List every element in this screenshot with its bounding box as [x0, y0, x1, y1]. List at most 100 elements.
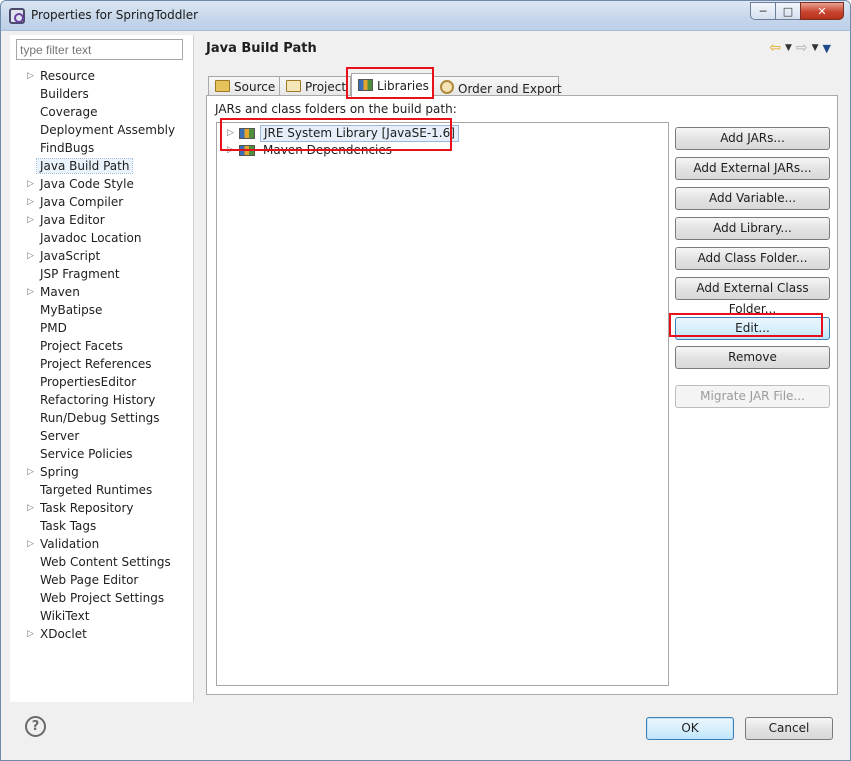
sidebar-item-mybatipse[interactable]: MyBatipse	[10, 301, 194, 319]
sidebar-item-label: Server	[40, 429, 80, 443]
sidebar-item-xdoclet[interactable]: ▷ XDoclet	[10, 625, 194, 643]
help-icon[interactable]: ?	[25, 716, 46, 737]
sidebar-item-label: JSP Fragment	[40, 267, 120, 281]
tab-label: Project	[305, 80, 347, 94]
library-list[interactable]: ▷ JRE System Library [JavaSE-1.6] ▷ Mave…	[216, 122, 669, 686]
sidebar-item-targeted-runtimes[interactable]: Targeted Runtimes	[10, 481, 194, 499]
cancel-button[interactable]: Cancel	[745, 717, 833, 740]
sidebar-item-java-compiler[interactable]: ▷ Java Compiler	[10, 193, 194, 211]
edit-button[interactable]: Edit...	[675, 317, 830, 340]
add-library-button[interactable]: Add Library...	[675, 217, 830, 240]
order-icon	[440, 80, 454, 94]
eclipse-app-icon	[9, 8, 25, 24]
sidebar-item-label: MyBatipse	[40, 303, 103, 317]
expand-arrow-icon[interactable]: ▷	[227, 142, 234, 159]
sidebar-item-label: PMD	[40, 321, 67, 335]
window-title: Properties for SpringToddler	[31, 8, 199, 22]
sidebar-item-builders[interactable]: Builders	[10, 85, 194, 103]
expand-arrow-icon[interactable]: ▷	[27, 211, 34, 229]
sidebar-item-java-build-path[interactable]: Java Build Path	[10, 157, 194, 175]
sidebar-item-maven[interactable]: ▷ Maven	[10, 283, 194, 301]
sidebar-item-label: JavaScript	[40, 249, 101, 263]
sidebar-item-coverage[interactable]: Coverage	[10, 103, 194, 121]
sidebar-item-resource[interactable]: ▷ Resource	[10, 67, 194, 85]
sidebar-item-label: Task Tags	[40, 519, 97, 533]
add-external-jars-button[interactable]: Add External JARs...	[675, 157, 830, 180]
folder-open-icon	[286, 80, 301, 92]
sidebar-item-pmd[interactable]: PMD	[10, 319, 194, 337]
properties-dialog: Properties for SpringToddler ─ □ ✕ ▷ Reso…	[0, 0, 851, 761]
expand-arrow-icon[interactable]: ▷	[27, 247, 34, 265]
sidebar-item-label: Java Build Path	[35, 158, 134, 174]
ok-button[interactable]: OK	[646, 717, 734, 740]
back-dropdown-icon[interactable]: ▼	[785, 43, 792, 53]
expand-arrow-icon[interactable]: ▷	[27, 175, 34, 193]
sidebar-item-label: XDoclet	[40, 627, 87, 641]
library-icon	[239, 145, 255, 156]
maximize-button[interactable]: □	[775, 2, 801, 20]
sidebar-item-service-policies[interactable]: Service Policies	[10, 445, 194, 463]
remove-button[interactable]: Remove	[675, 346, 830, 369]
sidebar-item-javadoc-location[interactable]: Javadoc Location	[10, 229, 194, 247]
sidebar-item-label: Coverage	[40, 105, 98, 119]
forward-arrow-icon[interactable]: ⇨	[796, 40, 808, 56]
sidebar-item-java-code-style[interactable]: ▷ Java Code Style	[10, 175, 194, 193]
forward-dropdown-icon[interactable]: ▼	[812, 43, 819, 53]
sidebar-item-project-references[interactable]: Project References	[10, 355, 194, 373]
sidebar-item-spring[interactable]: ▷ Spring	[10, 463, 194, 481]
expand-arrow-icon[interactable]: ▷	[27, 535, 34, 553]
sidebar-item-validation[interactable]: ▷ Validation	[10, 535, 194, 553]
sidebar-item-run-debug-settings[interactable]: Run/Debug Settings	[10, 409, 194, 427]
library-icon	[358, 79, 373, 91]
expand-arrow-icon[interactable]: ▷	[27, 499, 34, 517]
sidebar-item-task-repository[interactable]: ▷ Task Repository	[10, 499, 194, 517]
properties-tree: ▷ Resource Builders Coverage Deployment Asse…	[10, 67, 194, 643]
expand-arrow-icon[interactable]: ▷	[227, 125, 234, 142]
add-jars-button[interactable]: Add JARs...	[675, 127, 830, 150]
close-icon: ✕	[817, 4, 827, 18]
sidebar-item-task-tags[interactable]: Task Tags	[10, 517, 194, 535]
sidebar-item-project-facets[interactable]: Project Facets	[10, 337, 194, 355]
sidebar-item-label: WikiText	[40, 609, 90, 623]
sidebar-item-web-project-settings[interactable]: Web Project Settings	[10, 589, 194, 607]
title-bar[interactable]: Properties for SpringToddler ─ □ ✕	[1, 1, 850, 31]
library-label: JRE System Library [JavaSE-1.6]	[260, 125, 459, 142]
dialog-content: ▷ Resource Builders Coverage Deployment Asse…	[2, 31, 850, 760]
sidebar-item-java-editor[interactable]: ▷ Java Editor	[10, 211, 194, 229]
sidebar-item-web-content-settings[interactable]: Web Content Settings	[10, 553, 194, 571]
libraries-panel: JARs and class folders on the build path…	[206, 95, 838, 695]
close-button[interactable]: ✕	[800, 2, 844, 20]
expand-arrow-icon[interactable]: ▷	[27, 193, 34, 211]
sidebar-item-javascript[interactable]: ▷ JavaScript	[10, 247, 194, 265]
sidebar-item-label: Spring	[40, 465, 79, 479]
add-variable-button[interactable]: Add Variable...	[675, 187, 830, 210]
sidebar-item-label: Web Project Settings	[40, 591, 165, 605]
minimize-button[interactable]: ─	[750, 2, 776, 20]
filter-input[interactable]	[16, 39, 183, 60]
sidebar-item-server[interactable]: Server	[10, 427, 194, 445]
sidebar-item-findbugs[interactable]: FindBugs	[10, 139, 194, 157]
view-menu-icon[interactable]: ▼	[823, 42, 831, 55]
tab-label: Libraries	[377, 79, 429, 93]
sidebar-item-web-page-editor[interactable]: Web Page Editor	[10, 571, 194, 589]
expand-arrow-icon[interactable]: ▷	[27, 625, 34, 643]
sidebar-item-deployment-assembly[interactable]: Deployment Assembly	[10, 121, 194, 139]
library-label: Maven Dependencies	[263, 143, 393, 157]
sidebar-item-refactoring-history[interactable]: Refactoring History	[10, 391, 194, 409]
add-class-folder-button[interactable]: Add Class Folder...	[675, 247, 830, 270]
sidebar-item-label: Web Page Editor	[40, 573, 139, 587]
expand-arrow-icon[interactable]: ▷	[27, 283, 34, 301]
sidebar-item-label: Run/Debug Settings	[40, 411, 160, 425]
migrate-jar-button[interactable]: Migrate JAR File...	[675, 385, 830, 408]
sidebar-item-wikitext[interactable]: WikiText	[10, 607, 194, 625]
sidebar-item-propertieseditor[interactable]: PropertiesEditor	[10, 373, 194, 391]
sidebar-item-jsp-fragment[interactable]: JSP Fragment	[10, 265, 194, 283]
expand-arrow-icon[interactable]: ▷	[27, 67, 34, 85]
tab-libraries[interactable]: Libraries	[351, 73, 433, 99]
sidebar-item-label: Javadoc Location	[40, 231, 142, 245]
add-external-class-folder-button[interactable]: Add External Class Folder...	[675, 277, 830, 316]
maximize-icon: □	[782, 4, 794, 18]
sidebar-item-label: Validation	[40, 537, 100, 551]
expand-arrow-icon[interactable]: ▷	[27, 463, 34, 481]
back-arrow-icon[interactable]: ⇦	[769, 40, 781, 56]
